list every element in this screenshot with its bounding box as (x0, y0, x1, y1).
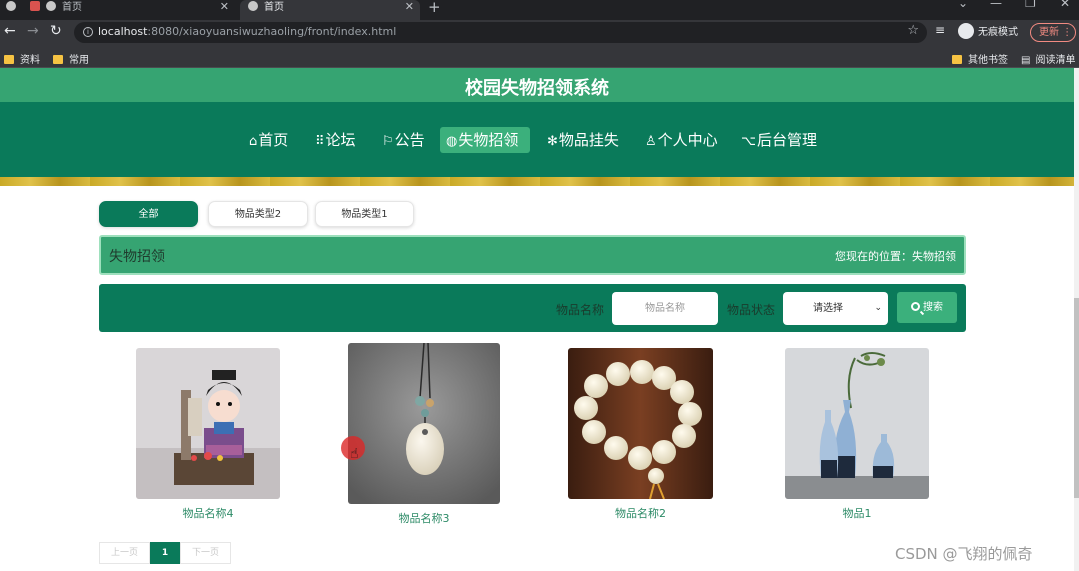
browser-tab-1[interactable]: 首页 ✕ (30, 0, 235, 20)
reload-icon[interactable]: ↻ (50, 23, 62, 39)
bookmarks-bar: 资料 常用 其他书签 ▤ 阅读清单 (0, 46, 1079, 68)
breadcrumb: 失物招领 您现在的位置：失物招领 (99, 235, 966, 275)
home-icon: ⌂ (249, 134, 258, 149)
browser-tab-pinned[interactable] (6, 0, 26, 20)
folder-icon (952, 55, 962, 64)
site-header: 校园失物招领系统 (0, 68, 1074, 102)
site-title: 校园失物招领系统 (465, 78, 609, 99)
folder-icon (4, 55, 14, 64)
item-name-input[interactable] (612, 292, 718, 325)
globe-icon (248, 1, 258, 11)
info-icon[interactable]: i (83, 27, 93, 37)
section-title: 失物招领 (109, 249, 165, 265)
bookmark-folder-2[interactable]: 常用 (53, 51, 89, 66)
item-name[interactable]: 物品名称3 (348, 510, 500, 526)
bookmark-star-icon[interactable]: ☆ (907, 23, 919, 38)
filter-tab-type2[interactable]: 物品类型2 (208, 201, 308, 227)
reading-list[interactable]: ▤ 阅读清单 (1021, 51, 1075, 66)
gear-icon: ✻ (547, 134, 558, 149)
back-icon[interactable]: ← (4, 23, 16, 39)
globe-icon: ◍ (446, 134, 458, 149)
nav-item-forum[interactable]: ⠿论坛 (309, 127, 362, 153)
page-scrollbar[interactable] (1074, 68, 1079, 571)
item-card[interactable]: 物品1 (785, 348, 929, 521)
restore-button[interactable]: ❐ (1025, 0, 1036, 10)
other-bookmarks[interactable]: 其他书签 (952, 51, 1008, 66)
search-icon (911, 302, 920, 311)
new-tab-button[interactable]: + (428, 0, 441, 16)
nav-item-home[interactable]: ⌂首页 (243, 127, 294, 153)
close-window-button[interactable]: ✕ (1060, 0, 1070, 10)
incognito-icon (958, 23, 974, 39)
nav-item-report-loss[interactable]: ✻物品挂失 (541, 127, 625, 153)
tab-search-icon[interactable]: ⌄ (958, 0, 968, 10)
item-card[interactable]: 物品名称4 (136, 348, 280, 521)
page-1-button[interactable]: 1 (150, 542, 180, 564)
nav-item-lost-found[interactable]: ◍失物招领 (440, 127, 530, 153)
current-location: 您现在的位置：失物招领 (835, 250, 956, 263)
item-image[interactable] (348, 343, 500, 504)
item-name[interactable]: 物品1 (785, 505, 929, 521)
minimize-button[interactable]: — (990, 0, 1002, 10)
chevron-down-icon: ⌄ (874, 303, 882, 313)
tab-title: 首页 (62, 2, 82, 13)
scrollbar-thumb[interactable] (1074, 298, 1079, 498)
address-bar[interactable]: i localhost:8080/xiaoyuansiwuzhaoling/fr… (74, 22, 927, 43)
reading-list-icon: ▤ (1021, 55, 1031, 66)
user-icon: ♙ (645, 134, 657, 149)
item-name-label: 物品名称 (556, 303, 605, 317)
item-image[interactable] (568, 348, 713, 499)
folder-icon (53, 55, 63, 64)
update-button[interactable]: 更新 ⋮ (1030, 23, 1076, 42)
item-image[interactable] (785, 348, 929, 499)
browser-tab-bar: 首页 ✕ 首页 ✕ + ⌄ — ❐ ✕ (0, 0, 1079, 20)
item-status-select[interactable]: 请选择 ⌄ (783, 292, 888, 325)
close-icon[interactable]: ✕ (405, 0, 414, 14)
close-icon[interactable]: ✕ (220, 0, 229, 14)
item-image[interactable] (136, 348, 280, 499)
url-text: localhost:8080/xiaoyuansiwuzhaoling/fron… (98, 25, 397, 38)
forum-icon: ⠿ (315, 134, 325, 149)
search-form: 物品名称 物品状态 请选择 ⌄ 搜索 (99, 284, 966, 332)
item-card[interactable]: 物品名称2 (568, 348, 713, 521)
forward-icon[interactable]: → (27, 23, 39, 39)
filter-tab-type1[interactable]: 物品类型1 (315, 201, 414, 227)
bookmark-folder-1[interactable]: 资料 (4, 51, 40, 66)
search-button[interactable]: 搜索 (897, 292, 957, 323)
item-status-label: 物品状态 (727, 303, 776, 317)
main-nav: ⌂首页 ⠿论坛 ⚐公告 ◍失物招领 ✻物品挂失 ♙个人中心 ⌥后台管理 (0, 102, 1074, 177)
address-toolbar: ← → ↻ i localhost:8080/xiaoyuansiwuzhaol… (0, 20, 1079, 46)
browser-tab-2[interactable]: 首页 ✕ (240, 0, 420, 20)
globe-icon (46, 1, 56, 11)
flag-icon: ⚐ (382, 134, 394, 149)
nav-item-notice[interactable]: ⚐公告 (376, 127, 431, 153)
hand-cursor-icon: ☝ (350, 446, 359, 462)
site-favicon-icon (30, 1, 40, 11)
next-page-button[interactable]: 下一页 (180, 542, 231, 564)
reading-list-icon[interactable]: ≡ (935, 23, 945, 37)
tab-title: 首页 (264, 2, 284, 13)
watermark: CSDN @飞翔的佩奇 (895, 545, 1033, 563)
item-name[interactable]: 物品名称4 (136, 505, 280, 521)
incognito-indicator[interactable]: 无痕模式 (958, 23, 1018, 39)
nav-item-profile[interactable]: ♙个人中心 (639, 127, 724, 153)
globe-icon (6, 1, 16, 11)
link-icon: ⌥ (741, 134, 756, 149)
item-card[interactable]: 物品名称3 (348, 343, 500, 525)
decorative-strip (0, 177, 1074, 186)
prev-page-button[interactable]: 上一页 (99, 542, 150, 564)
filter-tab-all[interactable]: 全部 (99, 201, 198, 227)
nav-item-admin[interactable]: ⌥后台管理 (735, 127, 823, 153)
item-name[interactable]: 物品名称2 (568, 505, 713, 521)
